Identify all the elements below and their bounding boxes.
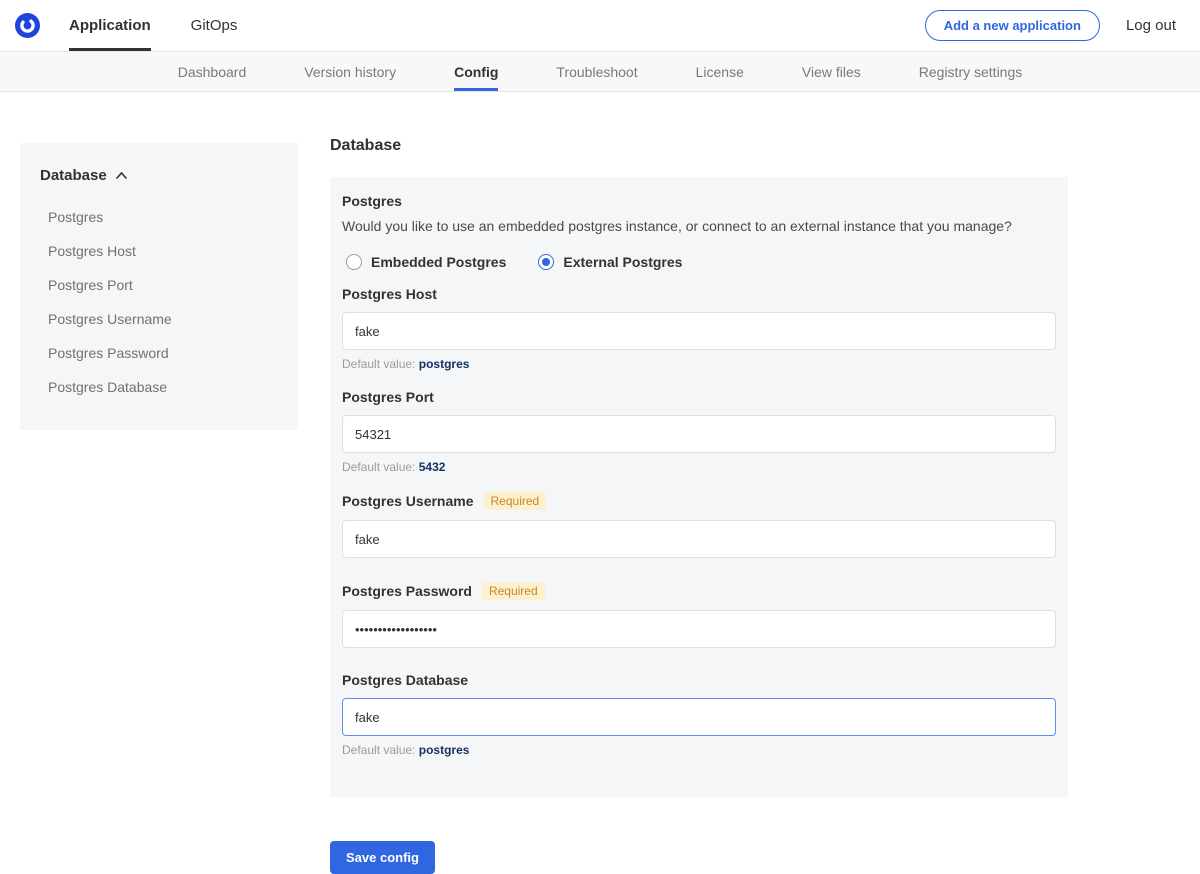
radio-circle-selected-icon[interactable] bbox=[538, 254, 554, 270]
logout-link[interactable]: Log out bbox=[1126, 17, 1176, 34]
radio-embedded-postgres[interactable]: Embedded Postgres bbox=[346, 254, 506, 270]
sidebar-item-list: Postgres Postgres Host Postgres Port Pos… bbox=[40, 200, 278, 404]
sidebar-item-postgres-host[interactable]: Postgres Host bbox=[40, 234, 278, 268]
radio-external-postgres[interactable]: External Postgres bbox=[538, 254, 682, 270]
radio-label: External Postgres bbox=[563, 254, 682, 270]
tab-application[interactable]: Application bbox=[69, 0, 151, 51]
save-config-button[interactable]: Save config bbox=[330, 841, 435, 874]
topbar: Application GitOps Add a new application… bbox=[0, 0, 1200, 52]
sidebar-group-label: Database bbox=[40, 167, 107, 184]
field-label: Postgres Port bbox=[342, 389, 434, 405]
subtab-view-files[interactable]: View files bbox=[802, 52, 861, 91]
tab-gitops[interactable]: GitOps bbox=[191, 0, 238, 51]
subtab-license[interactable]: License bbox=[696, 52, 744, 91]
postgres-database-input[interactable] bbox=[342, 698, 1056, 736]
field-label: Postgres Host bbox=[342, 286, 437, 302]
config-group-panel: Postgres Would you like to use an embedd… bbox=[330, 177, 1068, 797]
sidebar-item-postgres-port[interactable]: Postgres Port bbox=[40, 268, 278, 302]
subtab-dashboard[interactable]: Dashboard bbox=[178, 52, 247, 91]
config-sidebar: Database Postgres Postgres Host Postgres… bbox=[20, 143, 298, 430]
default-value-help: Default value: postgres bbox=[342, 743, 1056, 757]
config-form-area: Database Postgres Would you like to use … bbox=[330, 137, 1068, 874]
sidebar-item-postgres-database[interactable]: Postgres Database bbox=[40, 370, 278, 404]
group-title: Postgres bbox=[342, 193, 1056, 209]
add-application-button[interactable]: Add a new application bbox=[925, 10, 1100, 41]
required-badge: Required bbox=[482, 582, 545, 600]
sidebar-item-postgres[interactable]: Postgres bbox=[40, 200, 278, 234]
field-postgres-username: Postgres Username Required bbox=[342, 492, 1056, 580]
field-postgres-port: Postgres Port Default value: 5432 bbox=[342, 389, 1056, 474]
topbar-right: Add a new application Log out bbox=[925, 0, 1176, 51]
top-navigation: Application GitOps bbox=[69, 0, 237, 51]
field-label: Postgres Password bbox=[342, 583, 472, 599]
postgres-password-input[interactable] bbox=[342, 610, 1056, 648]
radio-circle-icon[interactable] bbox=[346, 254, 362, 270]
sidebar-group-database[interactable]: Database bbox=[40, 167, 278, 184]
default-value-help: Default value: 5432 bbox=[342, 460, 1056, 474]
postgres-mode-radio-group: Embedded Postgres External Postgres bbox=[342, 254, 1056, 270]
subtab-version-history[interactable]: Version history bbox=[304, 52, 396, 91]
field-postgres-host: Postgres Host Default value: postgres bbox=[342, 286, 1056, 371]
field-postgres-password: Postgres Password Required bbox=[342, 582, 1056, 670]
subtab-troubleshoot[interactable]: Troubleshoot bbox=[556, 52, 637, 91]
main-content: Database Postgres Postgres Host Postgres… bbox=[0, 92, 1200, 873]
sidebar-item-postgres-password[interactable]: Postgres Password bbox=[40, 336, 278, 370]
subtab-config[interactable]: Config bbox=[454, 52, 498, 91]
field-label: Postgres Username bbox=[342, 493, 474, 509]
subtab-registry-settings[interactable]: Registry settings bbox=[919, 52, 1022, 91]
required-badge: Required bbox=[484, 492, 547, 510]
app-logo-icon bbox=[14, 0, 41, 51]
postgres-username-input[interactable] bbox=[342, 520, 1056, 558]
default-value-help: Default value: postgres bbox=[342, 357, 1056, 371]
group-help-text: Would you like to use an embedded postgr… bbox=[342, 218, 1056, 234]
section-heading: Database bbox=[330, 137, 1068, 155]
postgres-host-input[interactable] bbox=[342, 312, 1056, 350]
chevron-up-icon bbox=[115, 167, 128, 184]
field-label: Postgres Database bbox=[342, 672, 468, 688]
field-postgres-database: Postgres Database Default value: postgre… bbox=[342, 672, 1056, 757]
radio-label: Embedded Postgres bbox=[371, 254, 506, 270]
app-subnav: Dashboard Version history Config Trouble… bbox=[0, 52, 1200, 92]
sidebar-item-postgres-username[interactable]: Postgres Username bbox=[40, 302, 278, 336]
postgres-port-input[interactable] bbox=[342, 415, 1056, 453]
